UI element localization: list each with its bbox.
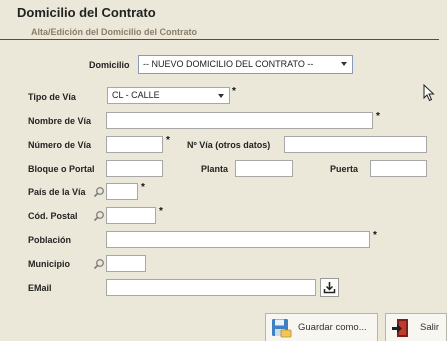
municipio-label: Municipio [28,259,70,269]
num-otros-label: Nº Vía (otros datos) [187,140,271,150]
numero-via-label: Número de Vía [28,140,92,150]
poblacion-label: Población [28,235,72,245]
tipo-via-select[interactable]: CL - CALLE [107,87,230,104]
planta-label: Planta [201,164,229,174]
exit-door-icon [392,318,408,337]
chevron-down-icon [218,94,224,98]
email-label: EMail [28,283,52,293]
header-divider [0,39,439,40]
required-marker: * [373,230,377,241]
municipio-input[interactable] [106,255,146,272]
magnifier-icon[interactable] [93,186,105,198]
email-input[interactable] [106,279,316,296]
puerta-input[interactable] [370,160,427,177]
pais-input[interactable] [106,183,138,200]
poblacion-input[interactable] [106,231,370,248]
email-import-button[interactable] [320,278,339,297]
pais-label: País de la Vía [28,187,86,197]
domicilio-label: Domicilio [89,60,130,70]
puerta-label: Puerta [330,164,359,174]
nombre-via-input[interactable] [106,112,373,129]
required-marker: * [141,182,145,193]
tipo-via-value: CL - CALLE [112,90,160,100]
chevron-down-icon [341,62,347,66]
magnifier-icon[interactable] [93,258,105,270]
page-title: Domicilio del Contrato [17,5,156,20]
cod-postal-label: Cód. Postal [28,211,78,221]
required-marker: * [166,135,170,146]
save-as-icon [272,318,292,337]
planta-input[interactable] [235,160,293,177]
salir-label: Salir [420,322,440,333]
mouse-pointer-icon [423,84,435,102]
download-tray-icon [323,282,336,294]
domicilio-select[interactable]: -- NUEVO DOMICILIO DEL CONTRATO -- [138,55,353,74]
required-marker: * [159,206,163,217]
cod-postal-input[interactable] [106,207,156,224]
guardar-como-button[interactable]: Guardar como... [265,313,378,341]
numero-via-input[interactable] [106,136,163,153]
magnifier-icon[interactable] [93,210,105,222]
num-otros-input[interactable] [284,136,427,153]
domicilio-select-value: -- NUEVO DOMICILIO DEL CONTRATO -- [143,59,314,69]
guardar-como-label: Guardar como... [298,322,367,333]
bloque-label: Bloque o Portal [28,164,95,174]
page-subtitle: Alta/Edición del Domicilio del Contrato [31,27,198,37]
nombre-via-label: Nombre de Vía [28,116,92,126]
required-marker: * [376,111,380,122]
salir-button[interactable]: Salir [385,313,447,341]
tipo-via-label: Tipo de Vía [28,92,76,102]
bloque-input[interactable] [106,160,163,177]
required-marker: * [232,86,236,97]
